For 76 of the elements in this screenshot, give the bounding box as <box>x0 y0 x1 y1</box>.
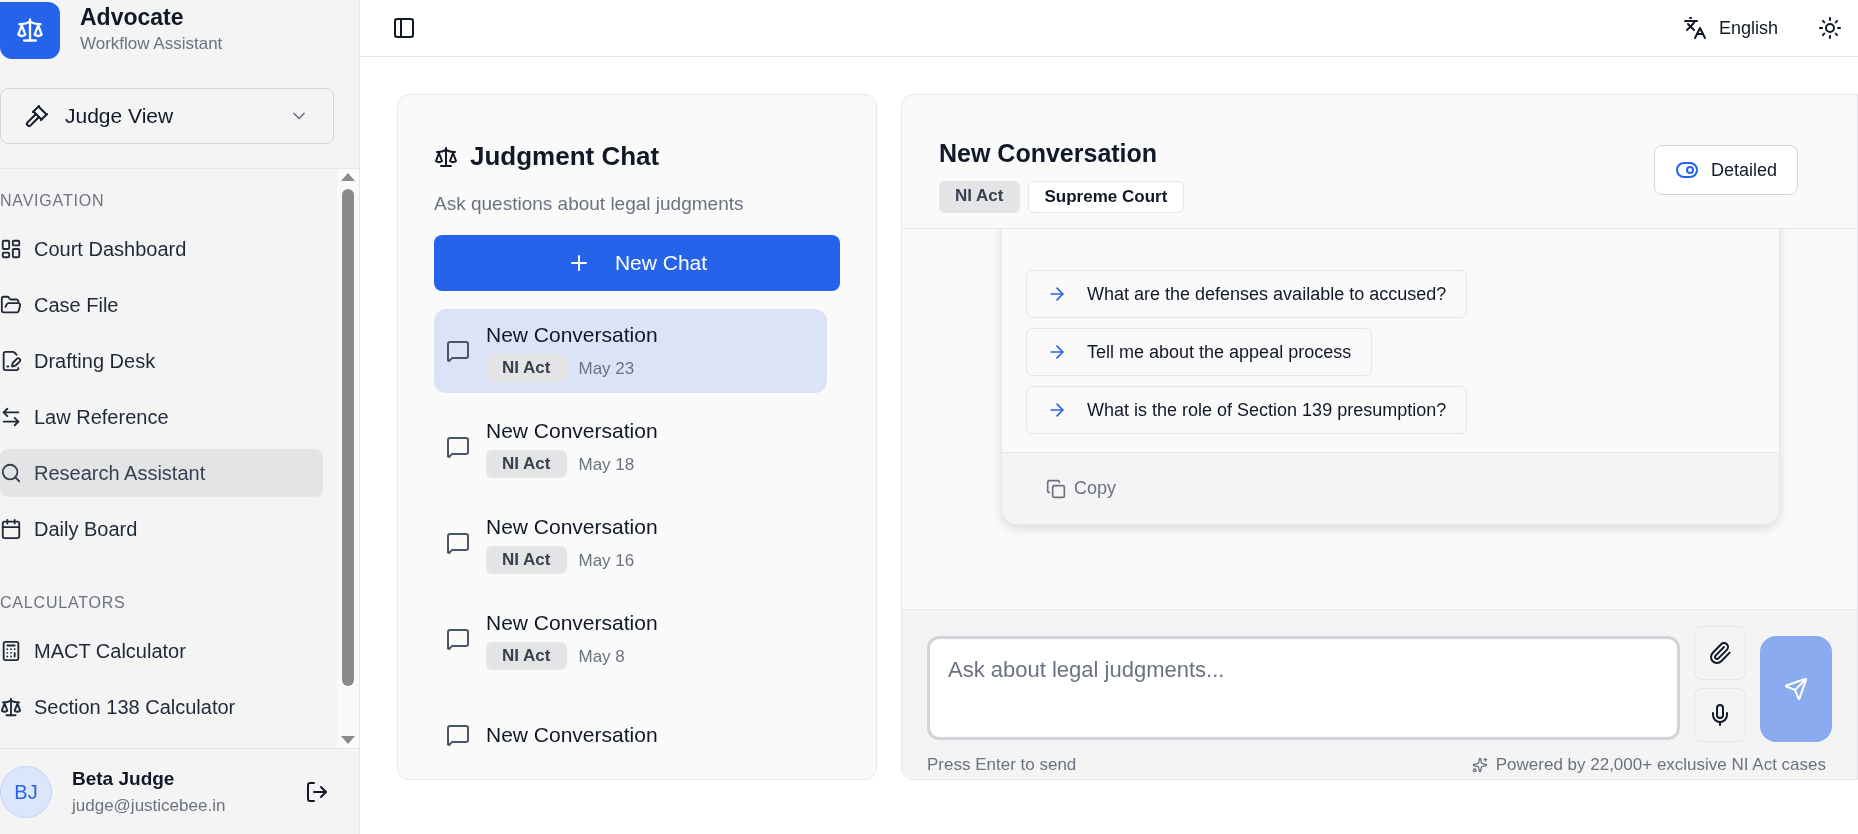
panel-title: Judgment Chat <box>470 140 660 173</box>
logout-icon[interactable] <box>305 779 329 804</box>
translate-icon <box>1682 16 1707 40</box>
message-input[interactable]: Ask about legal judgments... <box>927 636 1680 740</box>
message-icon <box>446 722 470 747</box>
theme-toggle-icon[interactable] <box>1818 16 1842 40</box>
conversation-title: New Conversation <box>486 721 658 748</box>
document-pen-icon <box>0 350 22 372</box>
conversation-tag: NI Act <box>486 546 567 575</box>
message-icon <box>446 338 470 363</box>
send-icon <box>1784 677 1808 701</box>
message-icon <box>446 626 470 651</box>
sidebar-toggle-icon[interactable] <box>392 16 416 40</box>
conversation-title: New Conversation <box>486 417 658 444</box>
scales-icon <box>16 16 44 44</box>
suggestion-button[interactable]: What are the defenses available to accused? <box>1026 270 1468 318</box>
conversation-date: May 23 <box>578 357 635 380</box>
conversation-title: New Conversation <box>486 609 658 636</box>
section-heading: CALCULATORS <box>0 593 127 613</box>
powered-by-note: Powered by 22,000+ exclusive NI Act cases <box>1495 754 1826 776</box>
tag: NI Act <box>939 180 1020 213</box>
detailed-toggle[interactable]: Detailed <box>1653 145 1798 195</box>
panel-subtitle: Ask questions about legal judgments <box>434 192 745 216</box>
conversation-title: New Conversation <box>486 321 658 348</box>
avatar: BJ <box>0 765 52 818</box>
new-chat-button[interactable]: New Chat <box>434 234 840 291</box>
user-email: judge@justicebee.in <box>72 795 227 817</box>
conversation-item[interactable]: New Conversation NI Act May 8 <box>434 596 827 681</box>
copy-button[interactable]: Copy <box>1046 475 1117 502</box>
conversation-item[interactable]: New Conversation <box>434 692 827 777</box>
conversation-item[interactable]: New Conversation NI Act May 23 <box>434 308 827 393</box>
suggestion-button[interactable]: What is the role of Section 139 presumption? <box>1026 386 1468 434</box>
conversation-item[interactable]: New Conversation NI Act May 16 <box>434 500 827 585</box>
conversation-tag: NI Act <box>486 354 567 383</box>
nav-item[interactable]: Law Reference <box>0 393 323 441</box>
message-icon <box>446 530 470 555</box>
calendar-icon <box>0 518 22 540</box>
nav-item[interactable]: Daily Board <box>0 505 323 553</box>
calculator-icon <box>0 640 22 662</box>
app-tagline: Workflow Assistant <box>80 33 223 56</box>
search-icon <box>0 462 22 484</box>
role-dropdown[interactable]: Judge View <box>0 88 334 144</box>
section-heading: NAVIGATION <box>0 191 106 211</box>
input-hint: Press Enter to send <box>927 754 1077 776</box>
conversation-item[interactable]: New Conversation NI Act May 18 <box>434 404 827 489</box>
conversation-heading: New Conversation <box>939 138 1159 169</box>
gavel-icon <box>25 104 49 128</box>
user-name: Beta Judge <box>72 766 176 791</box>
conversation-date: May 8 <box>578 645 625 668</box>
tag: Supreme Court <box>1027 180 1185 213</box>
app-name: Advocate <box>80 3 185 32</box>
language-button[interactable]: English <box>1682 14 1778 42</box>
conversation-title: New Conversation <box>486 513 658 540</box>
nav-item[interactable]: Case File <box>0 281 323 329</box>
attach-button[interactable] <box>1694 626 1746 680</box>
nav-item[interactable]: MACT Calculator <box>0 627 323 675</box>
conversation-date: May 16 <box>578 549 635 572</box>
suggestion-button[interactable]: Tell me about the appeal process <box>1026 328 1373 376</box>
scales-icon <box>434 144 458 169</box>
nav-item[interactable]: Drafting Desk <box>0 337 323 385</box>
folder-icon <box>0 294 22 316</box>
nav-item[interactable]: Court Dashboard <box>0 225 323 273</box>
nav-item[interactable]: Section 138 Calculator <box>0 683 323 731</box>
conversation-date: May 18 <box>578 453 635 476</box>
conversation-tag: NI Act <box>486 450 567 479</box>
grid-icon <box>0 238 22 260</box>
microphone-button[interactable] <box>1694 688 1746 742</box>
nav-item[interactable]: Research Assistant <box>0 449 323 497</box>
copy-icon <box>1046 478 1066 499</box>
sparkle-icon <box>1471 756 1488 773</box>
message-icon <box>446 434 470 459</box>
scrollbar[interactable] <box>337 169 359 748</box>
conversation-tag: NI Act <box>486 642 567 671</box>
swap-arrows-icon <box>0 406 22 428</box>
paperclip-icon <box>1708 641 1732 665</box>
scales-icon <box>0 696 22 718</box>
